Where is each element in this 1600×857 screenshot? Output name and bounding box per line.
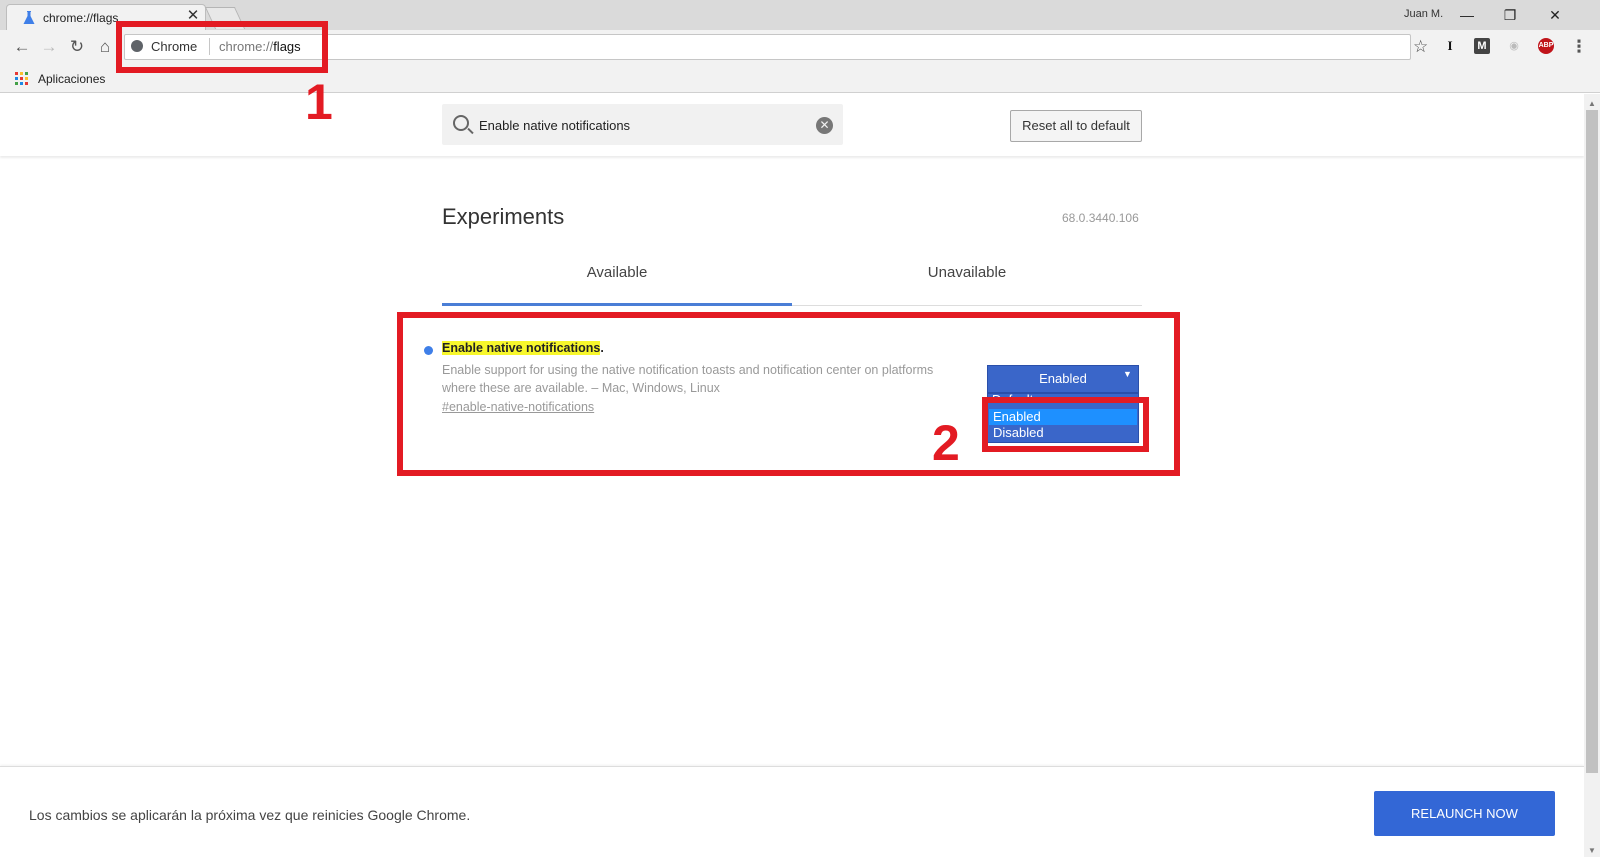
- annotation-number-1: 1: [305, 74, 333, 130]
- search-icon: [453, 115, 469, 131]
- adblock-plus-icon[interactable]: ABP: [1538, 38, 1554, 54]
- reset-all-button[interactable]: Reset all to default: [1010, 110, 1142, 142]
- clear-search-icon[interactable]: ✕: [816, 117, 833, 134]
- scroll-up-icon[interactable]: ▲: [1587, 99, 1597, 108]
- extension-icon[interactable]: ◉: [1506, 38, 1522, 54]
- tab-title: chrome://flags: [43, 11, 119, 25]
- apps-bookmark[interactable]: Aplicaciones: [38, 72, 105, 86]
- tab-unavailable[interactable]: Unavailable: [792, 264, 1142, 306]
- relaunch-button[interactable]: RELAUNCH NOW: [1374, 791, 1555, 836]
- version-label: 68.0.3440.106: [1062, 211, 1139, 225]
- flask-icon: [23, 11, 35, 24]
- annotation-number-2: 2: [932, 415, 960, 471]
- page-title: Experiments: [442, 204, 565, 229]
- search-value[interactable]: Enable native notifications: [479, 118, 630, 133]
- restore-icon[interactable]: ❐: [1500, 6, 1520, 24]
- bookmark-star-icon[interactable]: ☆: [1413, 37, 1428, 57]
- mega-icon[interactable]: M: [1474, 38, 1490, 54]
- profile-name[interactable]: Juan M.: [1404, 8, 1443, 20]
- annotation-box-2-options: [982, 397, 1149, 452]
- window-close-icon[interactable]: ✕: [1545, 6, 1565, 24]
- reload-icon[interactable]: ↻: [66, 36, 88, 58]
- relaunch-message: Los cambios se aplicarán la próxima vez …: [29, 807, 471, 823]
- minimize-icon[interactable]: —: [1457, 6, 1477, 24]
- home-icon[interactable]: ⌂: [94, 36, 116, 58]
- forward-icon[interactable]: →: [38, 36, 60, 58]
- scrollbar-thumb[interactable]: [1586, 110, 1598, 773]
- instapaper-icon[interactable]: I: [1442, 38, 1458, 54]
- tab-available[interactable]: Available: [442, 264, 792, 306]
- apps-grid-icon[interactable]: [15, 72, 28, 85]
- menu-kebab-icon[interactable]: ⋮: [1568, 36, 1590, 58]
- scroll-down-icon[interactable]: ▼: [1587, 846, 1597, 855]
- annotation-box-1: [116, 21, 328, 73]
- back-icon[interactable]: ←: [11, 36, 33, 58]
